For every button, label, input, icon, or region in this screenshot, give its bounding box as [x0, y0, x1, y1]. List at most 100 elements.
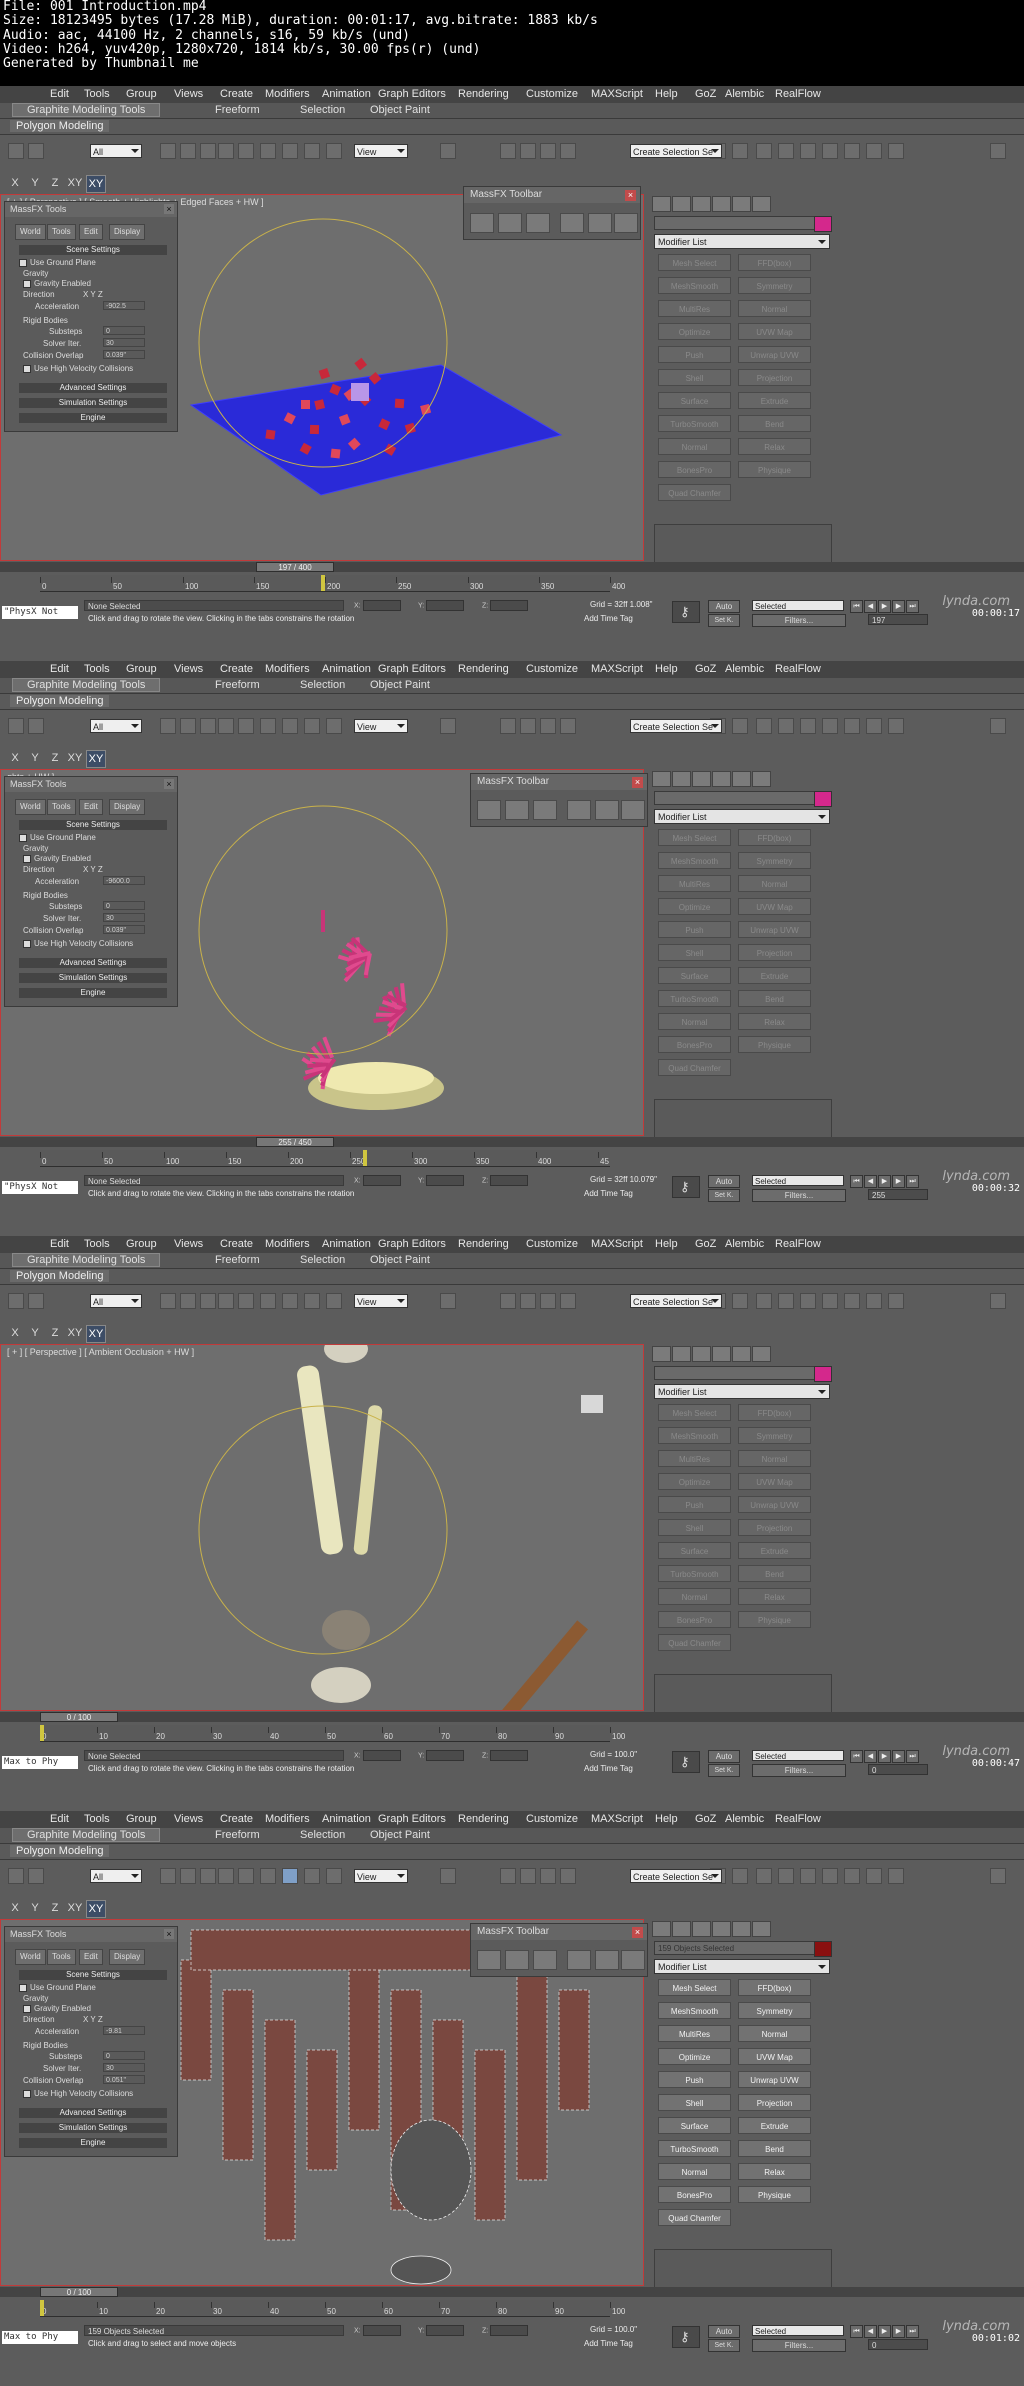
acceleration-field[interactable]: -9600.0 [103, 876, 145, 885]
massfx-tools-panel[interactable]: MassFX Tools × World Tools Edit Display … [4, 776, 178, 1007]
move-icon[interactable] [282, 1868, 298, 1884]
collision-overlap-field[interactable]: 0.039" [103, 925, 145, 934]
modifier-extrude-button[interactable]: Extrude [738, 967, 811, 984]
menu-animation[interactable]: Animation [322, 663, 371, 675]
ribbon-tab-freeform[interactable]: Freeform [215, 1254, 260, 1266]
menu-alembic[interactable]: Alembic [725, 88, 764, 100]
modifier-push-button[interactable]: Push [658, 921, 731, 938]
material-editor-icon[interactable] [844, 143, 860, 159]
axis-xy-button[interactable]: XY [86, 175, 106, 193]
z-coord[interactable]: Z: [482, 1750, 529, 1761]
menu-customize[interactable]: Customize [526, 1813, 578, 1825]
pivot-icon[interactable] [440, 143, 456, 159]
modifier-push-button[interactable]: Push [658, 2071, 731, 2088]
render-frame-icon[interactable] [888, 1868, 904, 1884]
named-selection-dropdown[interactable]: Create Selection Se [630, 719, 722, 733]
menu-help[interactable]: Help [655, 88, 678, 100]
maxscript-listener[interactable]: Max to Phy [2, 1756, 78, 1769]
modifier-list-dropdown[interactable]: Modifier List [654, 1384, 830, 1399]
display-tab-icon[interactable] [732, 1921, 751, 1937]
modifier-ffd-box--button[interactable]: FFD(box) [738, 829, 811, 846]
menu-alembic[interactable]: Alembic [725, 1238, 764, 1250]
modifier-list-dropdown[interactable]: Modifier List [654, 809, 830, 824]
ribbon-tab-graphite-modeling-tools[interactable]: Graphite Modeling Tools [12, 1253, 161, 1267]
previous-frame-icon[interactable]: ◀ [864, 1175, 877, 1188]
menu-goz[interactable]: GoZ [695, 88, 716, 100]
modifier-relax-button[interactable]: Relax [738, 2163, 811, 2180]
menu-rendering[interactable]: Rendering [458, 88, 509, 100]
time-slider-track[interactable]: 255 / 450 [0, 1137, 1024, 1147]
menu-animation[interactable]: Animation [322, 1238, 371, 1250]
rigid-body-icon[interactable] [470, 213, 494, 233]
hierarchy-tab-icon[interactable] [692, 1921, 711, 1937]
previous-frame-icon[interactable]: ◀ [864, 2325, 877, 2338]
axis-z-button[interactable]: Z [46, 175, 64, 191]
menu-graph-editors[interactable]: Graph Editors [378, 1238, 446, 1250]
undo-icon[interactable] [8, 1868, 24, 1884]
use-ground-checkbox[interactable]: Use Ground Plane [19, 258, 96, 267]
utilities-tab-icon[interactable] [752, 771, 771, 787]
maxscript-listener[interactable]: "PhysX Not [2, 1181, 78, 1194]
undo-icon[interactable] [8, 1293, 24, 1309]
go-to-start-icon[interactable]: ⏮ [850, 1175, 863, 1188]
menu-rendering[interactable]: Rendering [458, 1813, 509, 1825]
axis-y-button[interactable]: Y [26, 175, 44, 191]
modifier-ffd-box--button[interactable]: FFD(box) [738, 254, 811, 271]
menu-modifiers[interactable]: Modifiers [265, 88, 310, 100]
add-time-tag[interactable]: Add Time Tag [574, 2339, 633, 2348]
advanced-settings-rollout[interactable]: Advanced Settings [19, 2108, 167, 2118]
key-filters-button[interactable]: Filters... [752, 1764, 846, 1777]
go-to-start-icon[interactable]: ⏮ [850, 2325, 863, 2338]
auto-key-button[interactable]: Auto [708, 600, 740, 613]
pivot-icon[interactable] [440, 1293, 456, 1309]
reference-coord-dropdown[interactable]: View [354, 1294, 408, 1308]
modifier-uvw-map-button[interactable]: UVW Map [738, 323, 811, 340]
menu-tools[interactable]: Tools [84, 1813, 110, 1825]
direction-radio-group[interactable]: X Y Z [83, 290, 103, 299]
ribbon-tab-object-paint[interactable]: Object Paint [370, 104, 430, 116]
scale-icon[interactable] [326, 1868, 342, 1884]
bind-icon[interactable] [200, 1868, 216, 1884]
object-color-swatch[interactable] [814, 216, 832, 232]
go-to-end-icon[interactable]: ⏭ [906, 1750, 919, 1763]
menu-realflow[interactable]: RealFlow [775, 1813, 821, 1825]
menu-tools[interactable]: Tools [84, 663, 110, 675]
undo-icon[interactable] [8, 143, 24, 159]
menu-create[interactable]: Create [220, 1238, 253, 1250]
menu-graph-editors[interactable]: Graph Editors [378, 1813, 446, 1825]
modifier-symmetry-button[interactable]: Symmetry [738, 277, 811, 294]
modifier-list-dropdown[interactable]: Modifier List [654, 234, 830, 249]
modifier-bend-button[interactable]: Bend [738, 415, 811, 432]
modifier-quad-chamfer-button[interactable]: Quad Chamfer [658, 1059, 731, 1076]
curve-editor-icon[interactable] [800, 1293, 816, 1309]
modifier-bonespro-button[interactable]: BonesPro [658, 461, 731, 478]
key-filters-button[interactable]: Filters... [752, 2339, 846, 2352]
modifier-stack[interactable] [654, 1099, 832, 1138]
modifier-meshsmooth-button[interactable]: MeshSmooth [658, 2002, 731, 2019]
render-icon[interactable] [990, 1868, 1006, 1884]
modifier-mesh-select-button[interactable]: Mesh Select [658, 1979, 731, 1996]
rect-select-icon[interactable] [238, 718, 254, 734]
link-icon[interactable] [160, 143, 176, 159]
constraint-icon[interactable] [533, 800, 557, 820]
angle-snap-icon[interactable] [520, 1868, 536, 1884]
align-icon[interactable] [732, 718, 748, 734]
menu-edit[interactable]: Edit [50, 1238, 69, 1250]
massfx-toolbar[interactable]: MassFX Toolbar × [470, 1923, 648, 1977]
modifier-surface-button[interactable]: Surface [658, 1542, 731, 1559]
menu-animation[interactable]: Animation [322, 88, 371, 100]
key-filters-button[interactable]: Filters... [752, 1189, 846, 1202]
simulation-settings-rollout[interactable]: Simulation Settings [19, 973, 167, 983]
render-icon[interactable] [990, 143, 1006, 159]
menu-tools[interactable]: Tools [84, 1238, 110, 1250]
tab-edit[interactable]: Edit [79, 1949, 103, 1965]
x-coord[interactable]: X: [354, 2325, 401, 2336]
reset-simulation-icon[interactable] [560, 213, 584, 233]
gravity-enabled-checkbox[interactable]: Gravity Enabled [23, 2004, 91, 2013]
scene-settings-header[interactable]: Scene Settings [19, 1970, 167, 1980]
menu-modifiers[interactable]: Modifiers [265, 663, 310, 675]
axis-y-button[interactable]: Y [26, 1900, 44, 1916]
modifier-relax-button[interactable]: Relax [738, 438, 811, 455]
modifier-quad-chamfer-button[interactable]: Quad Chamfer [658, 1634, 731, 1651]
select-icon[interactable] [218, 718, 234, 734]
